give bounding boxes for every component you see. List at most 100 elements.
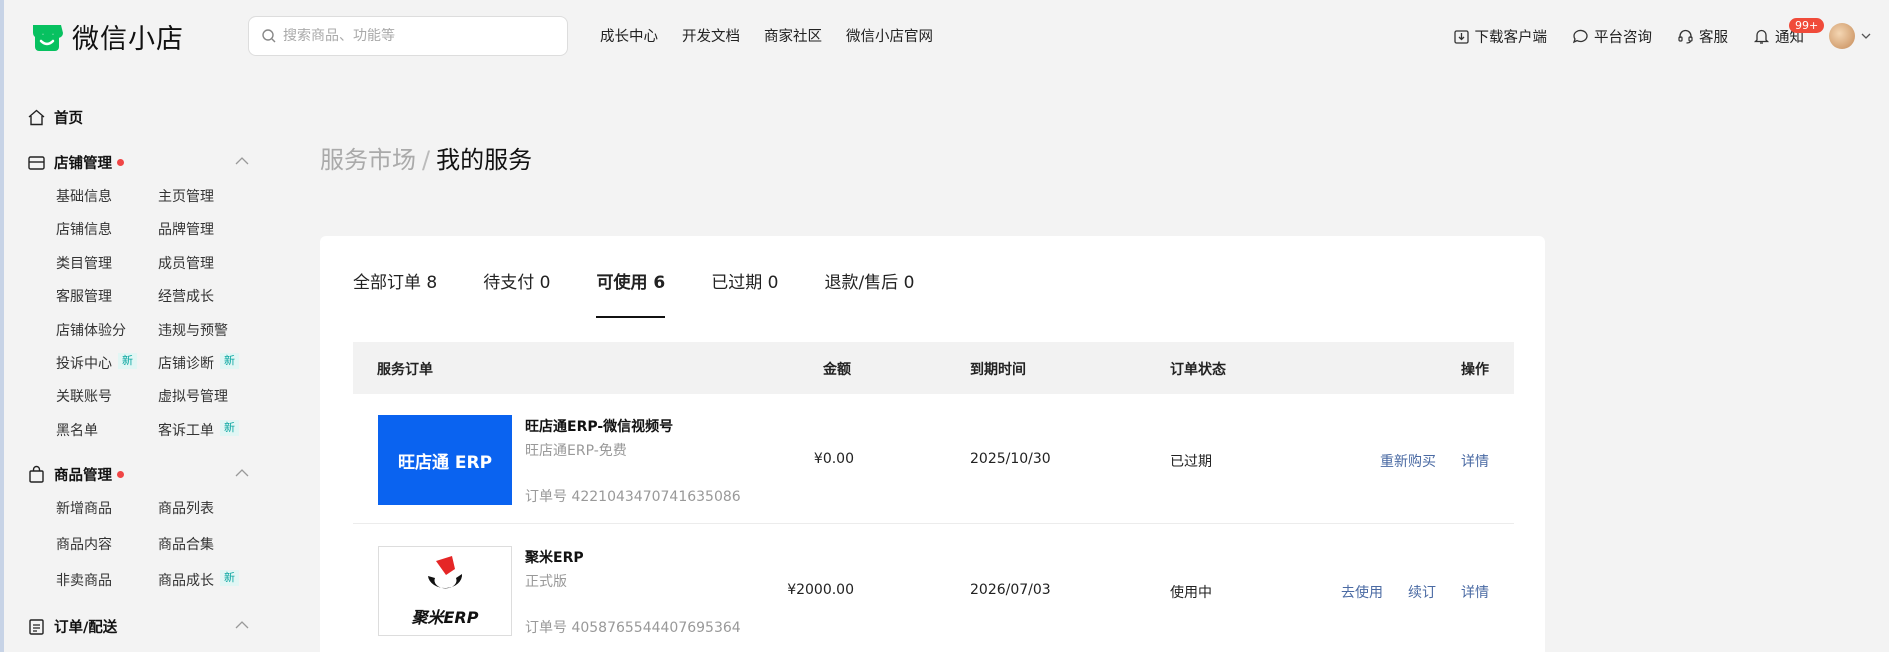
alert-dot [117,470,124,478]
notification-button[interactable]: 通知 99+ [1753,17,1825,47]
nav-growth-center[interactable]: 成长中心 [600,25,658,46]
store-icon [28,155,45,170]
brand-logo[interactable]: 微信小店 [29,17,184,56]
sidebar-subitem-label: 成员管理 [158,255,214,272]
download-client-button[interactable]: 下载客户端 [1453,26,1548,47]
nav-merchant-community[interactable]: 商家社区 [764,25,822,46]
details-link[interactable]: 详情 [1461,582,1489,602]
sidebar-item-home[interactable]: 首页 [27,107,83,128]
sidebar-section-header[interactable]: 订单/配送 [27,616,249,636]
sidebar-subitem[interactable]: 投诉中心新 [56,352,158,386]
submenu: 新增商品 商品列表 商品内容 商品合集 非卖商品 商品成长新 [56,498,249,606]
sidebar-subitem[interactable]: 黑名单 [56,420,158,453]
sidebar-subitem[interactable]: 商品列表 [158,498,268,531]
sidebar-subitem[interactable]: 商品内容 [56,534,158,567]
tab-expired[interactable]: 已过期 0 [711,268,778,318]
sidebar-subitem[interactable]: 经营成长 [158,286,268,319]
search-input[interactable] [283,28,543,44]
sidebar-subitem-label: 商品成长 [158,573,214,589]
sidebar-subitem[interactable]: 商品成长新 [158,570,268,603]
sidebar-section-goods: 商品管理 新增商品 商品列表 商品内容 商品合集 非卖商品 商品成长新 [27,464,249,606]
customer-service-label: 客服 [1699,29,1728,46]
renew-link[interactable]: 续订 [1408,582,1436,602]
jumi-logo: 聚米ERP [378,546,512,636]
sidebar-subitem[interactable]: 商品合集 [158,534,268,567]
sidebar-section-header[interactable]: 商品管理 [27,464,249,484]
customer-service-button[interactable]: 客服 [1677,26,1728,47]
platform-consult-button[interactable]: 平台咨询 [1572,26,1652,47]
order-number: 订单号 4221043470741635086 [525,489,741,505]
bell-icon [1753,29,1770,44]
notification-badge: 99+ [1789,17,1825,33]
order-status: 使用中 [1170,585,1212,601]
sidebar-subitem[interactable]: 客诉工单新 [158,419,268,453]
service-name[interactable]: 聚米ERP [525,547,584,567]
sidebar-subitem-label: 商品合集 [158,537,214,553]
sidebar-section-header[interactable]: 店铺管理 [27,152,249,172]
sidebar-subitem[interactable]: 成员管理 [158,253,268,286]
breadcrumb-parent[interactable]: 服务市场 [320,146,416,174]
sidebar-subitem[interactable]: 品牌管理 [158,219,268,252]
sidebar-subitem-label: 经营成长 [158,289,214,306]
sidebar-subitem-label: 店铺诊断 [158,355,214,372]
column-header-order: 服务订单 [377,362,433,378]
sidebar-subitem[interactable]: 非卖商品 [56,570,158,603]
sidebar-subitem-label: 关联账号 [56,389,112,406]
sidebar-subitem[interactable]: 主页管理 [158,186,268,219]
tab-available[interactable]: 可使用 6 [596,268,665,318]
chevron-up-icon[interactable] [235,156,249,166]
details-link[interactable]: 详情 [1461,451,1489,471]
row-actions: 重新购买 详情 [1355,451,1489,471]
sidebar-subitem[interactable]: 店铺诊断新 [158,352,268,386]
chevron-down-icon[interactable] [1861,31,1871,41]
nav-dev-docs[interactable]: 开发文档 [682,25,740,46]
nav-official-site[interactable]: 微信小店官网 [846,25,933,46]
sidebar-section-title: 订单/配送 [54,619,118,636]
sidebar-subitem[interactable]: 店铺信息 [56,219,158,252]
window-edge [0,0,4,652]
tab-pending-payment[interactable]: 待支付 0 [483,268,550,318]
tab-refund[interactable]: 退款/售后 0 [824,268,914,318]
sidebar-subitem[interactable]: 新增商品 [56,498,158,531]
column-header-expire: 到期时间 [970,362,1026,378]
chevron-up-icon[interactable] [235,468,249,478]
tab-all-orders[interactable]: 全部订单 8 [353,268,437,318]
home-icon [28,109,45,126]
sidebar-subitem[interactable]: 违规与预警 [158,320,268,353]
sidebar-subitem[interactable]: 关联账号 [56,386,158,419]
sidebar-subitem[interactable]: 类目管理 [56,253,158,286]
order-amount: ¥0.00 [813,451,854,467]
order-status: 已过期 [1170,454,1212,470]
sidebar-subitem[interactable]: 客服管理 [56,286,158,319]
new-badge: 新 [220,352,239,369]
service-name[interactable]: 旺店通ERP-微信视频号 [525,416,673,436]
headset-icon [1678,29,1693,44]
table-row: 旺店通 ERP 旺店通ERP-微信视频号 旺店通ERP-免费 订单号 42210… [353,394,1514,524]
column-header-status: 订单状态 [1170,362,1226,378]
download-client-label: 下载客户端 [1474,29,1548,46]
sidebar-subitem[interactable]: 虚拟号管理 [158,386,268,419]
user-avatar[interactable] [1829,23,1855,49]
sidebar-subitem[interactable]: 基础信息 [56,186,158,219]
chevron-up-icon[interactable] [235,620,249,630]
sidebar-subitem-label: 黑名单 [56,422,98,439]
submenu: 基础信息 主页管理 店铺信息 品牌管理 类目管理 成员管理 客服管理 经营成长 店铺体验分 违规与… [56,186,249,453]
table-row: 聚米ERP 聚米ERP 正式版 订单号 4058765544407695364 … [353,525,1514,652]
sidebar-subitem-label: 类目管理 [56,255,112,272]
use-link[interactable]: 去使用 [1341,582,1383,602]
expire-date: 2025/10/30 [970,451,1051,467]
service-plan: 正式版 [525,574,567,590]
search-icon [262,29,276,43]
rebuy-link[interactable]: 重新购买 [1380,451,1436,471]
sidebar-subitem-label: 商品内容 [56,537,112,553]
sidebar-section-title: 店铺管理 [54,155,112,172]
order-amount: ¥2000.00 [787,582,854,598]
sidebar-subitem-label: 主页管理 [158,189,214,205]
sidebar-subitem-label: 投诉中心 [56,355,112,372]
search-box[interactable] [248,16,568,56]
sidebar-subitem[interactable]: 店铺体验分 [56,320,158,353]
sidebar-subitem-label: 新增商品 [56,501,112,517]
table-header: 服务订单 金额 到期时间 订单状态 操作 [353,342,1514,394]
top-bar: 微信小店 成长中心 开发文档 商家社区 微信小店官网 下载客户端 平台咨询 客服… [0,0,1889,72]
row-actions: 去使用 续订 详情 [1316,582,1489,602]
